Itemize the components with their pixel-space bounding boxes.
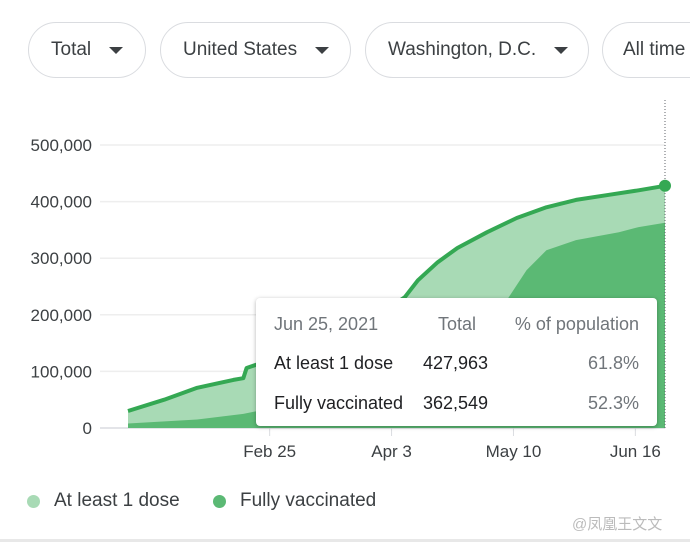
tooltip-row-total: 427,963 [423,353,489,373]
tooltip-row-label: At least 1 dose [274,353,394,373]
x-tick-label: Jun 16 [610,442,661,461]
y-tick-label: 300,000 [31,249,92,268]
hover-point [659,179,671,192]
tooltip-col-total: Total [438,314,477,334]
x-tick-label: Feb 25 [243,442,296,461]
chart-tooltip: Jun 25, 2021 Total % of population At le… [256,298,657,426]
y-tick-label: 100,000 [31,362,92,381]
legend-swatch [27,494,40,508]
legend-swatch [213,494,226,508]
legend-label: At least 1 dose [54,490,180,511]
x-tick-label: May 10 [486,442,542,461]
tooltip-row-pct: 52.3% [587,393,639,413]
tooltip-row-label: Fully vaccinated [274,393,404,413]
y-tick-label: 0 [83,419,92,438]
legend-item-full[interactable]: Fully vaccinated [213,490,376,512]
legend-label: Fully vaccinated [240,490,377,511]
y-tick-label: 500,000 [31,136,92,155]
x-tick-label: Apr 3 [371,442,412,461]
vaccination-chart[interactable]: 500,000 400,000 300,000 200,000 100,000 0 Feb … [0,0,690,542]
watermark: @凤凰王文文 [572,516,663,533]
y-tick-label: 400,000 [31,193,92,212]
y-tick-label: 200,000 [31,306,92,325]
legend-item-dose1[interactable]: At least 1 dose [27,490,180,512]
tooltip-date: Jun 25, 2021 [274,314,379,334]
tooltip-col-pct: % of population [514,314,639,334]
tooltip-row-total: 362,549 [423,393,489,413]
tooltip-row-pct: 61.8% [587,353,639,373]
